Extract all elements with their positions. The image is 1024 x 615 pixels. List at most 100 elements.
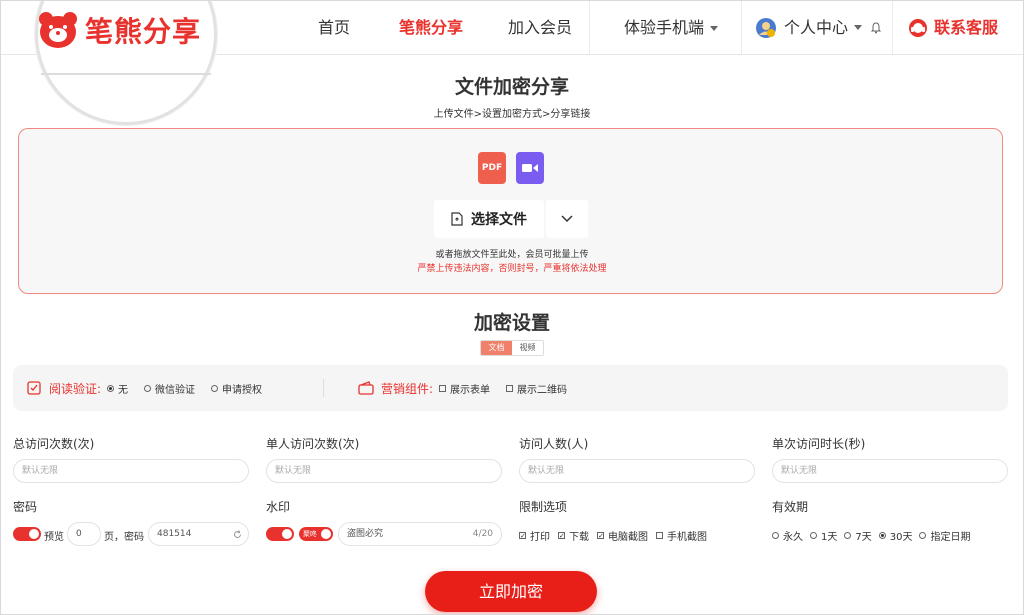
radio-dot bbox=[810, 532, 817, 539]
chevron-down-icon bbox=[710, 26, 719, 31]
total-visits-input[interactable]: 默认无限 bbox=[13, 459, 249, 483]
nav-divider bbox=[892, 1, 893, 54]
radio-apply-auth[interactable]: 申请授权 bbox=[211, 381, 262, 396]
radio-label: 指定日期 bbox=[930, 532, 971, 543]
nav-join-member[interactable]: 加入会员 bbox=[508, 1, 572, 54]
radio-label: 申请授权 bbox=[222, 384, 263, 396]
password-toggle[interactable] bbox=[13, 527, 41, 541]
nav-service-label: 联系客服 bbox=[934, 18, 999, 37]
checkbox-label: 打印 bbox=[530, 532, 550, 543]
top-header: 笔熊分享 首页 笔熊分享 加入会员 体验手机端 个人中心 联系客服 bbox=[1, 1, 1023, 125]
validity-options: 永久 1天 7天 30天 指定日期 bbox=[772, 528, 970, 543]
radio-forever[interactable]: 永久 bbox=[772, 528, 803, 543]
preview-label: 预览 bbox=[44, 532, 64, 543]
pages-suffix-label: 页，密码 bbox=[104, 532, 144, 543]
visitors-label: 访问人数(人) bbox=[519, 437, 589, 451]
tab-document[interactable]: 文档 bbox=[481, 341, 512, 355]
checkbox-label: 展示二维码 bbox=[517, 384, 568, 396]
watermark-text-value: 盗图必究 bbox=[347, 529, 384, 539]
checkbox-download[interactable]: ✓ 下载 bbox=[558, 528, 589, 543]
settings-title: 加密设置 bbox=[473, 312, 550, 334]
checkbox-pc-screenshot[interactable]: ✓ 电脑截图 bbox=[597, 528, 648, 543]
password-input[interactable]: 481514 bbox=[148, 522, 249, 546]
read-verification-group: 阅读验证: 无 微信验证 申请授权 bbox=[27, 365, 278, 411]
checkbox-label: 电脑截图 bbox=[608, 532, 648, 543]
nav-mobile[interactable]: 体验手机端 bbox=[624, 1, 719, 54]
read-verify-icon bbox=[27, 381, 41, 395]
radio-custom-date[interactable]: 指定日期 bbox=[919, 528, 970, 543]
chevron-down-icon bbox=[561, 215, 573, 223]
single-visits-label: 单人访问次数(次) bbox=[266, 437, 360, 451]
tab-video[interactable]: 视频 bbox=[512, 341, 543, 355]
file-icon bbox=[451, 212, 463, 226]
upload-title: 文件加密分享 bbox=[454, 76, 569, 98]
watermark-style-label: 聚咚 bbox=[303, 530, 317, 538]
radio-30-days[interactable]: 30天 bbox=[878, 528, 913, 543]
validity-label: 有效期 bbox=[772, 500, 809, 514]
nav-home[interactable]: 首页 bbox=[318, 1, 350, 54]
radio-dot bbox=[844, 532, 852, 539]
toggle-knob bbox=[321, 529, 331, 539]
upload-hint: 或者拖放文件至此处，会员可批量上传 bbox=[435, 250, 589, 260]
nav-divider bbox=[741, 1, 742, 54]
watermark-style-toggle[interactable]: 聚咚 bbox=[299, 527, 333, 541]
radio-label: 无 bbox=[118, 384, 129, 396]
radio-dot bbox=[144, 384, 152, 392]
checkbox-show-qrcode[interactable]: 展示二维码 bbox=[506, 381, 567, 396]
radio-none[interactable]: 无 bbox=[107, 381, 128, 396]
restrict-options: ✓ 打印 ✓ 下载 ✓ 电脑截图 手机截图 bbox=[519, 528, 715, 543]
duration-input[interactable]: 默认无限 bbox=[772, 459, 1008, 483]
radio-dot bbox=[772, 532, 779, 539]
pdf-file-icon: PDF bbox=[478, 152, 506, 184]
checkbox-checked: ✓ bbox=[597, 532, 604, 540]
visitors-input[interactable]: 默认无限 bbox=[519, 459, 755, 483]
radio-1-day[interactable]: 1天 bbox=[810, 528, 837, 543]
customer-service-icon bbox=[909, 18, 927, 37]
radio-wechat[interactable]: 微信验证 bbox=[144, 381, 195, 396]
nav-contact-service[interactable]: 联系客服 bbox=[908, 1, 998, 54]
radio-label: 7天 bbox=[855, 532, 872, 543]
checkbox-box bbox=[656, 532, 663, 539]
verification-divider bbox=[323, 379, 324, 397]
checkbox-box bbox=[506, 384, 514, 392]
checkbox-label: 下载 bbox=[569, 532, 589, 543]
upload-warning: 严禁上传违法内容，否则封号，严重将依法处理 bbox=[417, 264, 607, 274]
choose-file-button[interactable]: 选择文件 bbox=[434, 200, 544, 238]
settings-type-tabs: 文档 视频 bbox=[480, 340, 544, 356]
preview-pages-input[interactable]: 0 bbox=[67, 522, 101, 546]
password-value: 481514 bbox=[157, 529, 192, 539]
marketing-icon bbox=[358, 381, 374, 395]
checkbox-label: 展示表单 bbox=[450, 384, 491, 396]
watermark-toggle[interactable] bbox=[266, 527, 294, 541]
nav-personal-label: 个人中心 bbox=[784, 18, 849, 37]
upload-options-dropdown[interactable] bbox=[546, 200, 588, 238]
page: 笔熊分享 首页 笔熊分享 加入会员 体验手机端 个人中心 联系客服 文件加密分享… bbox=[0, 0, 1024, 615]
choose-file-label: 选择文件 bbox=[471, 212, 527, 228]
single-visits-input[interactable]: 默认无限 bbox=[266, 459, 502, 483]
nav-mobile-label: 体验手机端 bbox=[624, 18, 705, 37]
radio-dot bbox=[919, 532, 927, 539]
checkbox-label: 手机截图 bbox=[667, 532, 707, 543]
nav-personal-center[interactable]: 个人中心 bbox=[755, 1, 882, 54]
radio-dot bbox=[107, 384, 115, 392]
checkbox-show-form[interactable]: 展示表单 bbox=[439, 381, 490, 396]
radio-dot bbox=[878, 532, 886, 539]
password-label: 密码 bbox=[13, 500, 38, 514]
checkbox-print[interactable]: ✓ 打印 bbox=[519, 528, 550, 543]
radio-label: 30天 bbox=[889, 532, 913, 543]
bell-icon[interactable] bbox=[870, 21, 882, 34]
nav-share[interactable]: 笔熊分享 bbox=[399, 1, 463, 54]
radio-7-days[interactable]: 7天 bbox=[844, 528, 872, 543]
checkbox-phone-screenshot[interactable]: 手机截图 bbox=[656, 528, 707, 543]
watermark-text-input[interactable]: 盗图必究 4/20 bbox=[338, 522, 502, 546]
watermark-label: 水印 bbox=[266, 500, 291, 514]
checkbox-box bbox=[439, 384, 447, 392]
radio-label: 微信验证 bbox=[155, 384, 196, 396]
watermark-char-count: 4/20 bbox=[472, 529, 493, 539]
marketing-label: 营销组件: bbox=[381, 381, 434, 396]
brand-logo[interactable]: 笔熊分享 bbox=[37, 10, 201, 50]
nav-divider bbox=[589, 1, 590, 54]
checkbox-checked: ✓ bbox=[558, 532, 565, 540]
encrypt-now-button[interactable]: 立即加密 bbox=[425, 571, 597, 612]
refresh-icon[interactable] bbox=[233, 530, 242, 539]
